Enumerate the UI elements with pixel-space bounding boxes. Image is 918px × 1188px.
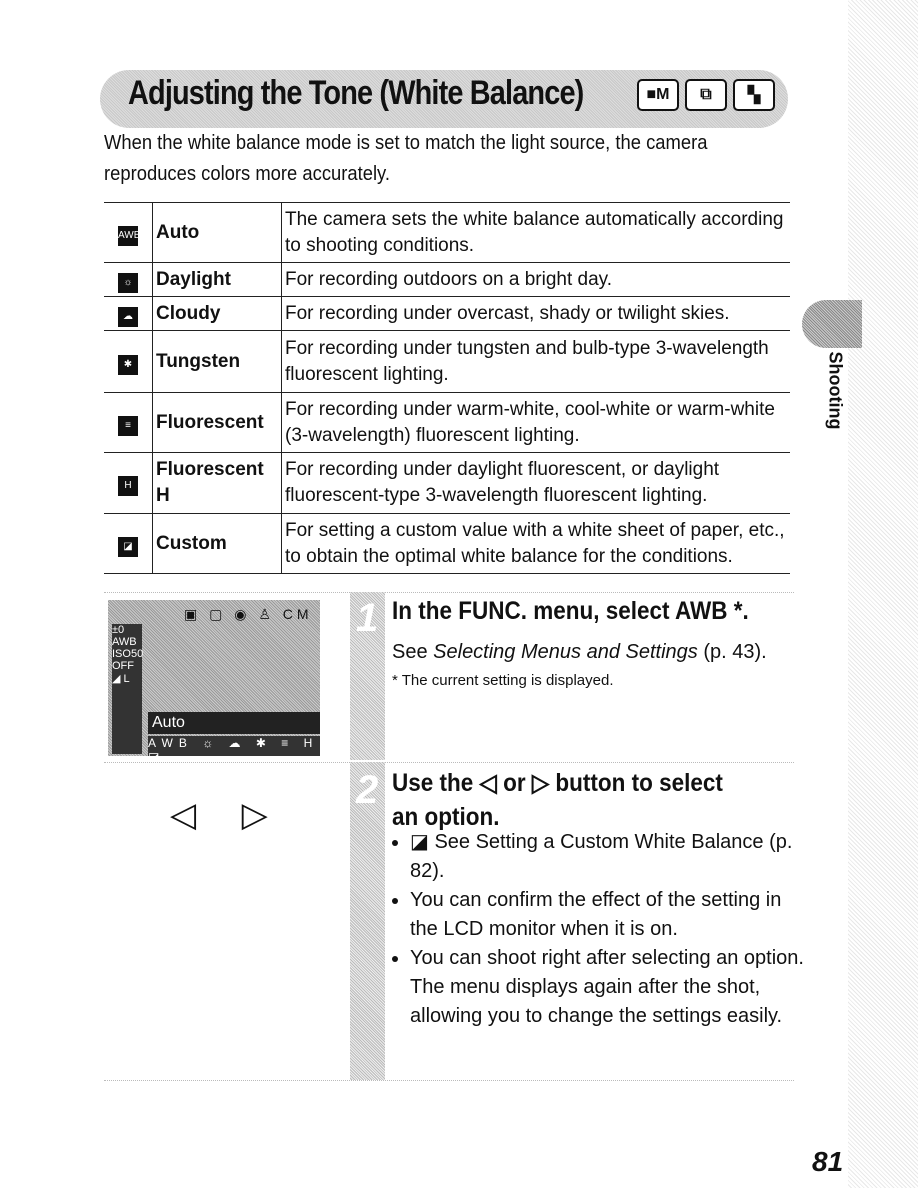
manual-page: Adjusting the Tone (White Balance) ■M ⧉ …: [0, 0, 918, 1188]
lcd-selected-label: Auto: [148, 712, 320, 734]
wb-mode-icon: H: [118, 476, 138, 496]
page-title: Adjusting the Tone (White Balance): [128, 74, 584, 112]
reference: Selecting Menus and Settings: [433, 641, 698, 663]
wb-mode-description: For setting a custom value with a white …: [281, 513, 790, 574]
lcd-left-icons: ±0 AWB ISO50 OFF ◢ L: [112, 624, 143, 754]
step1-note: * The current setting is displayed.: [392, 672, 614, 689]
table-row: H Fluorescent H For recording under daylig…: [104, 452, 790, 514]
wb-mode-icon: AWB: [118, 225, 140, 246]
wb-icon-cell: ◪: [104, 513, 153, 574]
wb-icon-cell: ☁: [104, 296, 153, 331]
wb-mode-description: For recording under overcast, shady or t…: [281, 296, 790, 331]
intro-text: When the white balance mode is set to ma…: [104, 132, 708, 185]
section-label: Shooting: [825, 351, 846, 430]
wb-mode-name: Tungsten: [152, 330, 282, 393]
wb-icon-cell: ✱: [104, 330, 153, 393]
camera-manual-icon: ■M: [637, 79, 679, 111]
lcd-options: AWB ☼ ☁ ✱ ≡ H ◪: [148, 736, 320, 764]
stitch-assist-icon: ⧉: [685, 79, 727, 111]
wb-mode-name: Fluorescent: [152, 392, 282, 453]
wb-icon-cell: AWB: [104, 202, 153, 263]
wb-mode-icon: ≡: [118, 415, 138, 436]
wb-mode-name: Auto: [152, 202, 282, 263]
wb-mode-name: Cloudy: [152, 296, 282, 331]
bullet: You can shoot right after selecting an o…: [410, 944, 810, 1031]
step1-title: In the FUNC. menu, select AWB *.: [392, 597, 749, 625]
lcd-top-icons: ▣ ▢ ◉ ♙ CM: [184, 606, 313, 622]
wb-mode-name: Fluorescent H: [152, 452, 282, 514]
table-row: ✱ Tungsten For recording under tungsten an…: [104, 330, 790, 393]
wb-mode-description: For recording under tungsten and bulb-ty…: [281, 330, 790, 393]
table-row: ☼ Daylight For recording outdoors on a bri…: [104, 262, 790, 297]
wb-icon-cell: ☼: [104, 262, 153, 297]
wb-mode-name: Custom: [152, 513, 282, 574]
wb-icon-cell: H: [104, 452, 153, 514]
step2-bullets: ◪ See Setting a Custom White Balance (p.…: [392, 828, 810, 1031]
white-balance-table: AWB Auto The camera sets the white balance…: [104, 202, 790, 574]
table-row: ◪ Custom For setting a custom value with a…: [104, 513, 790, 574]
wb-icon-cell: ≡: [104, 392, 153, 453]
lcd-screen-image: ▣ ▢ ◉ ♙ CM ±0 AWB ISO50 OFF ◢ L Auto AWB…: [108, 600, 320, 764]
wb-mode-icon: ☁: [118, 306, 138, 327]
page-edge-pattern: [848, 0, 918, 1188]
step1-number: 1: [356, 596, 379, 640]
dial-illustration: ◁ ▷: [170, 796, 286, 834]
bullet: ◪ See Setting a Custom White Balance (p.…: [410, 828, 810, 886]
page-number: 81: [812, 1146, 844, 1177]
divider: [104, 762, 794, 763]
table-row: ≡ Fluorescent For recording under warm-whi…: [104, 392, 790, 453]
step2-number: 2: [356, 768, 379, 812]
movie-icon: ▚: [733, 79, 775, 111]
wb-mode-description: For recording under daylight fluorescent…: [281, 452, 790, 514]
wb-mode-description: The camera sets the white balance automa…: [281, 202, 790, 263]
divider: [104, 592, 794, 593]
divider: [104, 1080, 794, 1081]
wb-mode-description: For recording under warm-white, cool-whi…: [281, 392, 790, 453]
bullet: You can confirm the effect of the settin…: [410, 886, 810, 944]
table-row: ☁ Cloudy For recording under overcast, sha…: [104, 296, 790, 331]
text: (p. 43).: [697, 641, 767, 663]
text: See: [392, 641, 434, 663]
wb-mode-icon: ✱: [118, 354, 138, 375]
step1-text: See Selecting Menus and Settings (p. 43)…: [392, 638, 792, 667]
mode-icons: ■M ⧉ ▚: [637, 79, 775, 111]
step2-title: Use the ◁ or ▷ button to select an optio…: [392, 769, 723, 831]
table-row: AWB Auto The camera sets the white balance…: [104, 202, 790, 263]
wb-mode-icon: ☼: [118, 272, 138, 293]
wb-mode-icon: ◪: [118, 536, 138, 557]
wb-mode-name: Daylight: [152, 262, 282, 297]
wb-mode-description: For recording outdoors on a bright day.: [281, 262, 790, 297]
